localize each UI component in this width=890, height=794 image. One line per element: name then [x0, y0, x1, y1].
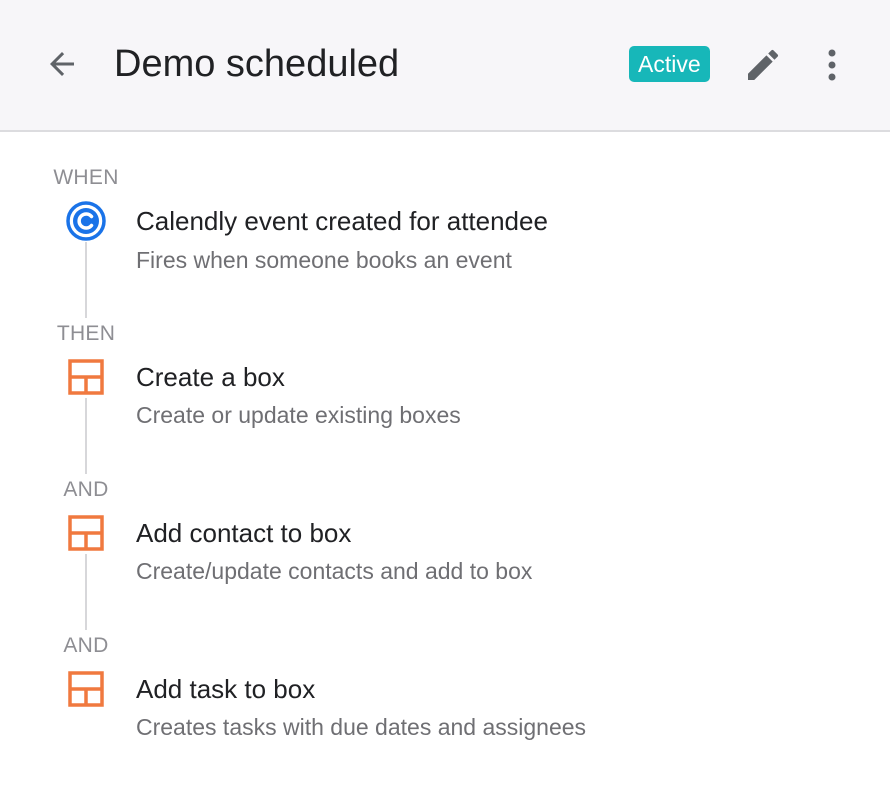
status-badge: Active — [629, 46, 710, 82]
step-label-when: WHEN — [53, 166, 119, 189]
edit-button[interactable] — [740, 42, 786, 88]
more-options-button[interactable] — [812, 42, 852, 88]
step-description: Creates tasks with due dates and assigne… — [136, 714, 587, 740]
pencil-icon — [748, 49, 779, 80]
step-title: Create a box — [136, 362, 285, 392]
box-icon — [65, 668, 107, 710]
arrow-back-icon — [50, 52, 74, 76]
timeline-connector — [85, 242, 87, 318]
calendly-icon — [65, 200, 107, 242]
step-title: Calendly event created for attendee — [136, 206, 548, 236]
step-description: Create or update existing boxes — [136, 402, 461, 428]
step-label-and: AND — [63, 478, 109, 501]
page-title: Demo scheduled — [114, 43, 400, 85]
step-label-and: AND — [63, 634, 109, 657]
step-description: Fires when someone books an event — [136, 247, 512, 273]
step-label-then: THEN — [56, 322, 116, 345]
timeline-connector — [85, 554, 87, 630]
step-title: Add contact to box — [136, 518, 352, 548]
more-vert-icon — [828, 49, 836, 81]
box-icon — [65, 512, 107, 554]
box-icon — [65, 356, 107, 398]
step-title: Add task to box — [136, 674, 316, 704]
app-header: Demo scheduled Active — [0, 0, 890, 132]
back-button[interactable] — [38, 40, 86, 88]
timeline-connector — [85, 398, 87, 474]
step-description: Create/update contacts and add to box — [136, 558, 533, 584]
